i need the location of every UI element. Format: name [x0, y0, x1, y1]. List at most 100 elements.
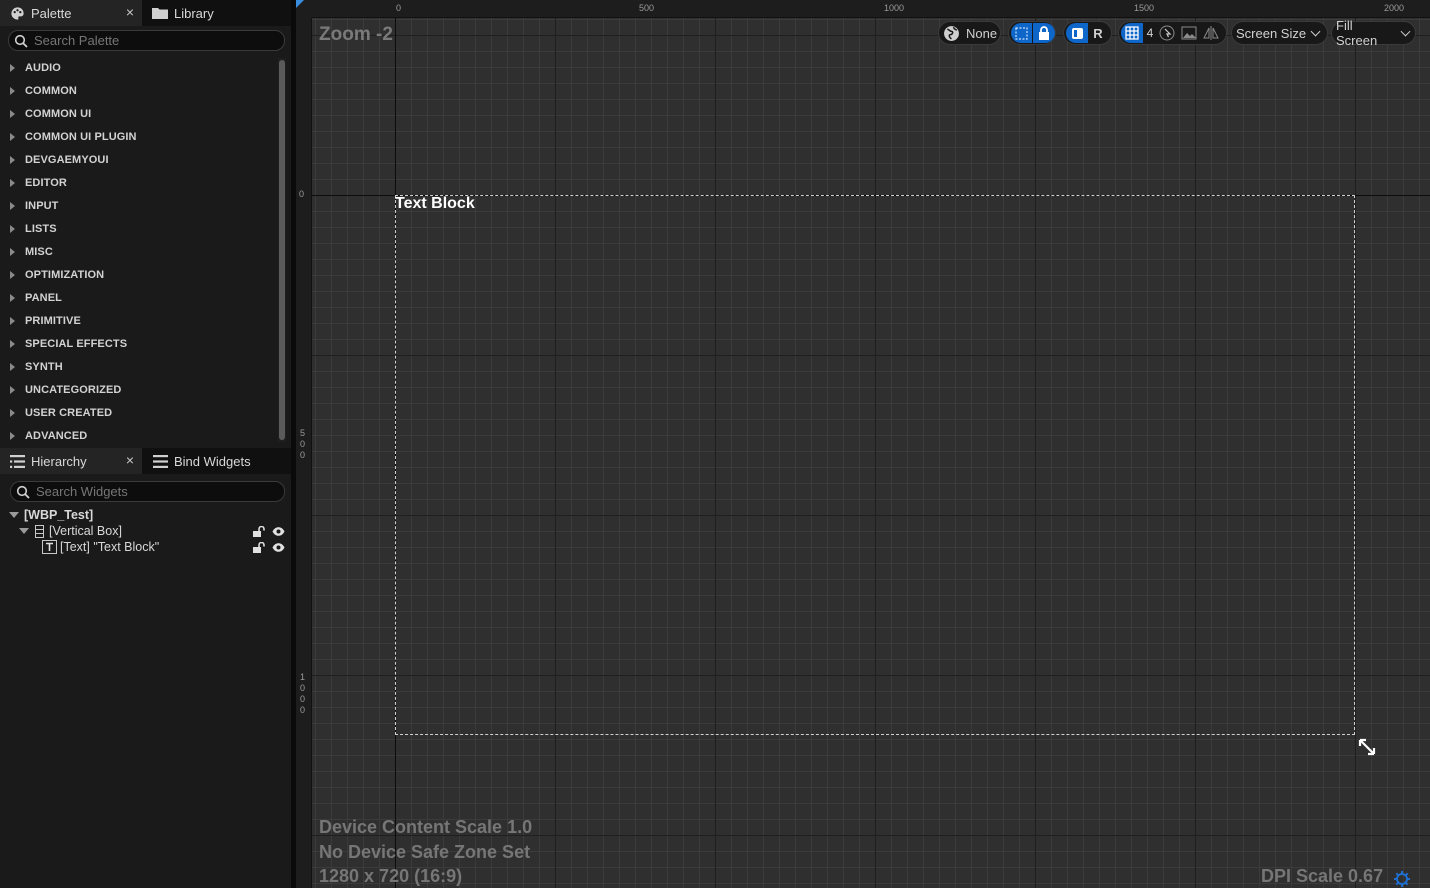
unlock-icon[interactable]	[253, 541, 266, 553]
close-icon[interactable]: ×	[126, 4, 134, 20]
palette-category[interactable]: USER CREATED	[0, 401, 276, 424]
palette-category[interactable]: COMMON UI PLUGIN	[0, 125, 276, 148]
close-icon[interactable]: ×	[126, 452, 134, 468]
marquee-select-icon	[1015, 26, 1028, 40]
tab-hierarchy[interactable]: Hierarchy ×	[0, 448, 142, 474]
grid-size-value[interactable]: 4	[1143, 26, 1157, 40]
tree-vertical-box-label: [Vertical Box]	[49, 524, 122, 538]
zoom-level-label: Zoom -2	[319, 24, 393, 45]
palette-category[interactable]: LISTS	[0, 217, 276, 240]
text-block-widget[interactable]: Text Block	[395, 195, 475, 213]
palette-category-label: SPECIAL EFFECTS	[25, 337, 128, 350]
palette-category-label: OPTIMIZATION	[25, 268, 105, 281]
ruler-top-label: 1000	[884, 3, 905, 13]
unlock-icon[interactable]	[253, 525, 266, 537]
palette-category[interactable]: ADVANCED	[0, 424, 276, 447]
tab-hierarchy-label: Hierarchy	[31, 453, 87, 469]
marquee-select-button[interactable]	[1011, 23, 1032, 43]
palette-search-placeholder: Search Palette	[34, 33, 120, 48]
widget-search-input[interactable]: Search Widgets	[10, 481, 285, 502]
palette-search-input[interactable]: Search Palette	[8, 30, 285, 51]
fill-screen-label: Fill Screen	[1336, 18, 1378, 48]
bind-widgets-icon	[152, 453, 168, 469]
expand-arrow-icon	[10, 293, 15, 302]
flip-mirror-icon[interactable]	[1203, 26, 1219, 40]
tab-library[interactable]: Library	[143, 0, 263, 26]
widget-search-placeholder: Search Widgets	[36, 484, 128, 499]
palette-category-label: EDITOR	[25, 176, 67, 189]
expand-arrow-icon	[10, 431, 15, 440]
palette-tabbar: Palette × Library	[0, 0, 291, 26]
expand-arrow-icon	[10, 132, 15, 141]
palette-category[interactable]: AUDIO	[0, 56, 276, 79]
ruler-corner	[296, 0, 312, 18]
palette-category[interactable]: DEVGAEMYOUI	[0, 148, 276, 171]
tree-root-label: [WBP_Test]	[24, 508, 94, 522]
palette-category[interactable]: COMMON	[0, 79, 276, 102]
respect-locks-group: R	[1063, 21, 1112, 45]
screen-size-dropdown[interactable]: Screen Size	[1231, 21, 1328, 45]
tab-palette-label: Palette	[31, 5, 72, 21]
respect-locks-button[interactable]	[1066, 23, 1088, 43]
chevron-down-icon	[1310, 26, 1321, 36]
expand-arrow-icon	[10, 316, 15, 325]
tab-bind-widgets-label: Bind Widgets	[174, 453, 251, 469]
expand-arrow-icon	[10, 109, 15, 118]
tab-bind-widgets[interactable]: Bind Widgets	[143, 448, 283, 474]
vertical-box-icon	[35, 524, 44, 538]
palette-category[interactable]: UNCATEGORIZED	[0, 378, 276, 401]
gear-icon[interactable]	[1393, 870, 1411, 888]
design-area-bounds[interactable]	[395, 195, 1355, 735]
hierarchy-tabbar: Hierarchy × Bind Widgets	[0, 448, 291, 474]
hierarchy-icon	[9, 453, 25, 469]
palette-category[interactable]: OPTIMIZATION	[0, 263, 276, 286]
visibility-eye-icon[interactable]	[272, 542, 285, 553]
palette-scrollbar-thumb[interactable]	[279, 60, 285, 440]
fill-screen-dropdown[interactable]: Fill Screen	[1331, 18, 1416, 48]
palette-category-label: DEVGAEMYOUI	[25, 153, 109, 166]
tree-item-vertical-box[interactable]: [Vertical Box]	[19, 523, 291, 539]
widget-outline-icon[interactable]	[1159, 25, 1175, 41]
localization-preview-button[interactable]: None	[938, 21, 1001, 45]
image-preview-icon[interactable]	[1181, 26, 1197, 40]
palette-category[interactable]: MISC	[0, 240, 276, 263]
ruler-top-label: 1500	[1134, 3, 1155, 13]
ruler-left-label: 0	[299, 189, 305, 199]
ruler-left: 0 500 1000	[296, 0, 312, 888]
tab-palette[interactable]: Palette ×	[0, 0, 142, 26]
left-panel: Palette × Library Search Palette AUDIO C…	[0, 0, 291, 888]
screen-size-label: Screen Size	[1236, 25, 1307, 41]
palette-category[interactable]: INPUT	[0, 194, 276, 217]
visibility-eye-icon[interactable]	[272, 526, 285, 537]
corner-marker-icon	[296, 0, 304, 8]
ruler-top-label: 2000	[1384, 3, 1405, 13]
relative-transform-button[interactable]: R	[1088, 26, 1108, 41]
palette-category[interactable]: PRIMITIVE	[0, 309, 276, 332]
palette-category-label: PANEL	[25, 291, 62, 304]
expand-arrow-icon	[10, 362, 15, 371]
expand-arrow-icon	[10, 86, 15, 95]
collapse-arrow-icon	[9, 512, 19, 518]
palette-category[interactable]: SPECIAL EFFECTS	[0, 332, 276, 355]
palette-category-label: LISTS	[25, 222, 57, 235]
ruler-top: 0 500 1000 1500 2000	[312, 0, 1430, 18]
palette-category[interactable]: SYNTH	[0, 355, 276, 378]
chevron-down-icon	[1400, 26, 1411, 36]
tree-item-text[interactable]: [Text] "Text Block"	[42, 539, 291, 555]
palette-category[interactable]: COMMON UI	[0, 102, 276, 125]
palette-icon	[9, 5, 25, 21]
device-content-scale-label: Device Content Scale 1.0	[319, 817, 533, 837]
dpi-scale-label: DPI Scale 0.67	[1261, 866, 1384, 886]
tree-item-root[interactable]: [WBP_Test]	[9, 507, 291, 523]
lock-icon	[1039, 26, 1049, 40]
expand-arrow-icon	[10, 201, 15, 210]
palette-category-list: AUDIO COMMON COMMON UI COMMON UI PLUGIN …	[0, 56, 276, 443]
designer-canvas[interactable]: 0 500 1000 1500 2000 0 500 1000 Zoom -2 …	[296, 0, 1430, 888]
lock-toggle-button[interactable]	[1033, 23, 1055, 43]
resize-handle-icon[interactable]	[1358, 738, 1376, 756]
folder-icon	[152, 5, 168, 21]
palette-category[interactable]: EDITOR	[0, 171, 276, 194]
palette-category-label: COMMON UI	[25, 107, 92, 120]
palette-category[interactable]: PANEL	[0, 286, 276, 309]
grid-snap-button[interactable]	[1121, 23, 1143, 43]
